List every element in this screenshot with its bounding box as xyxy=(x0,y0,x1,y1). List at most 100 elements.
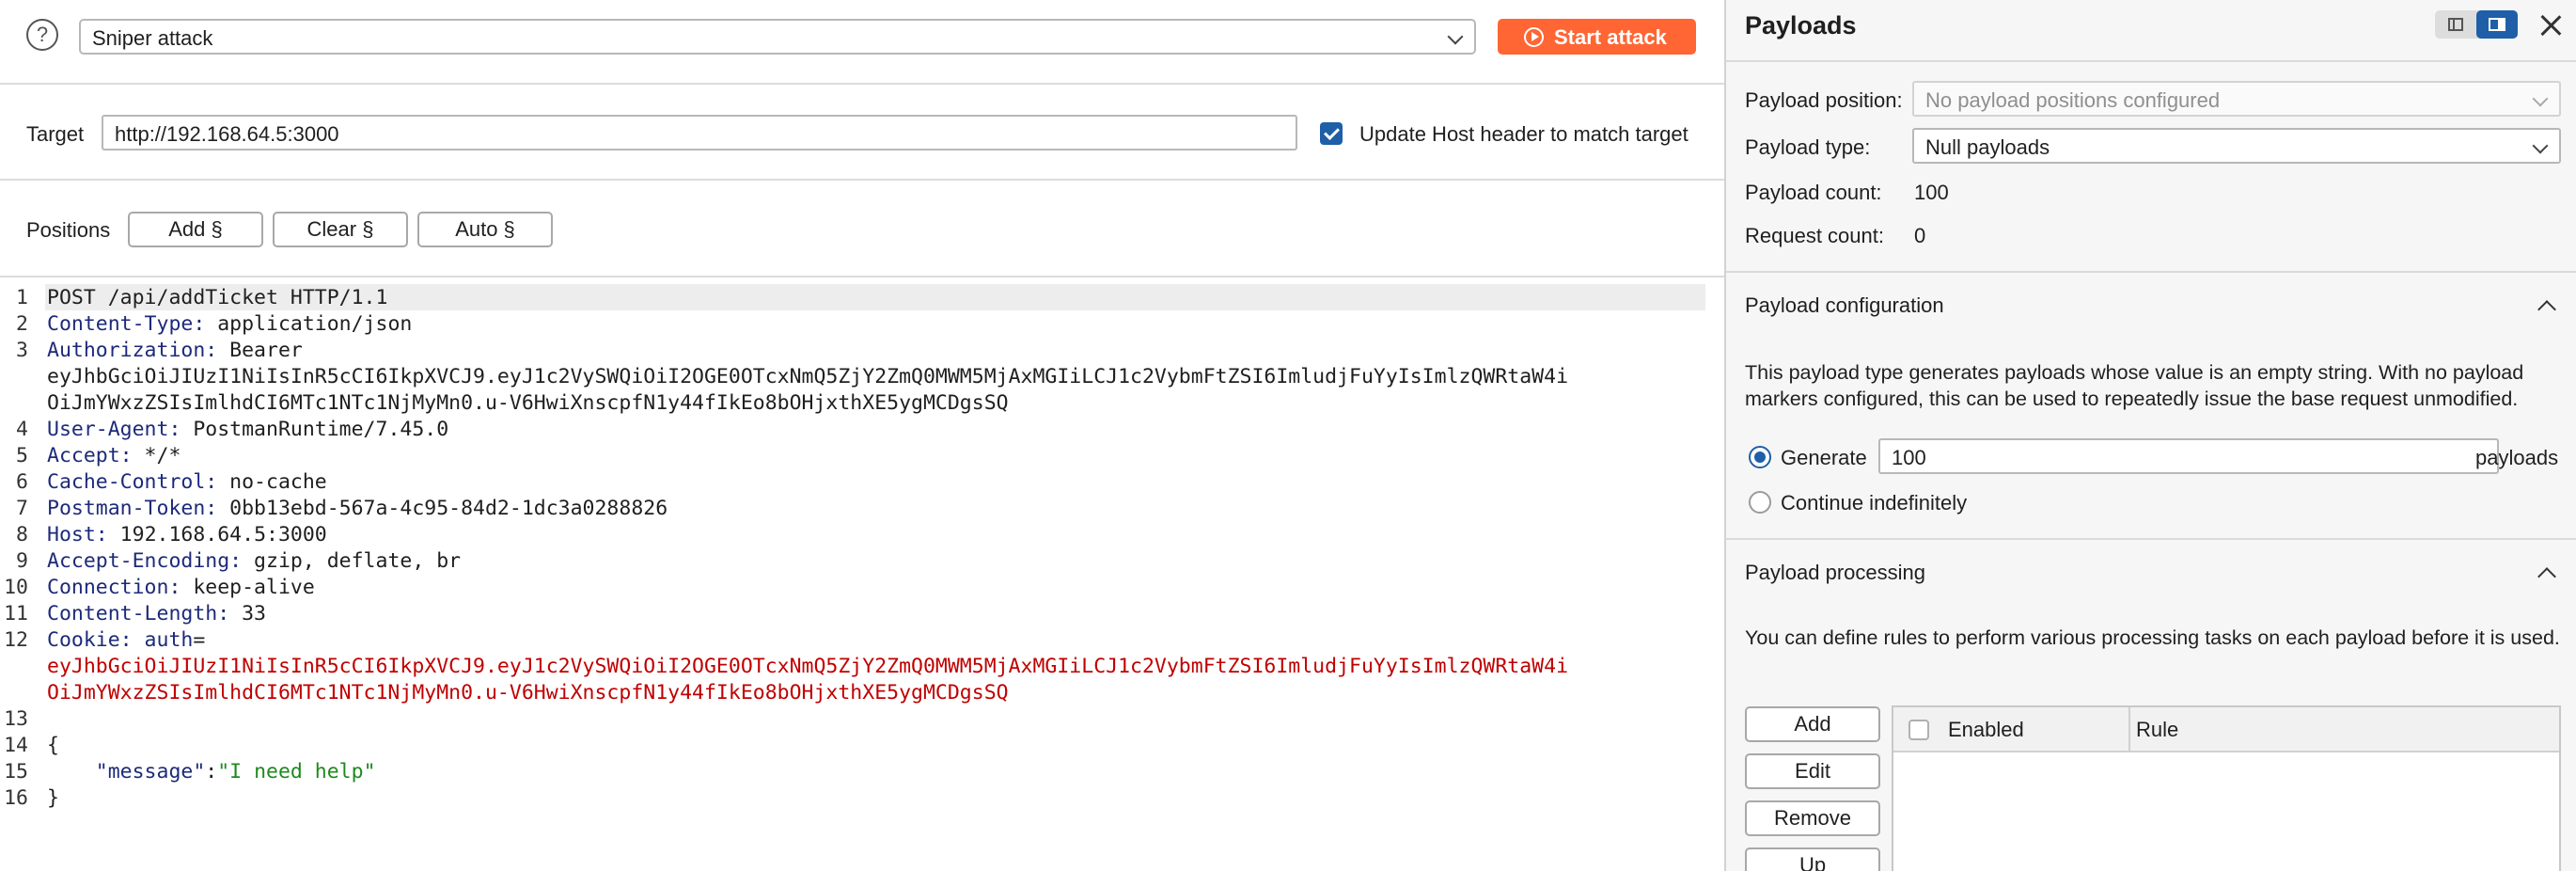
payload-processing-title[interactable]: Payload processing xyxy=(1745,561,1925,585)
layout-toggle[interactable] xyxy=(2435,10,2518,39)
json-line: "message":"I need help" xyxy=(47,760,376,784)
divider xyxy=(1726,60,2576,62)
header-value-wrap: OiJmYWxzZSIsImlhdCI6MTc1NTc1NjMyMn0.u-V6… xyxy=(47,391,1009,415)
cookie-name: auth xyxy=(132,628,194,652)
column-rule[interactable]: Rule xyxy=(2136,718,2178,742)
header-value: keep-alive xyxy=(181,576,315,599)
header-value: */* xyxy=(132,444,181,467)
payload-count-value: 100 xyxy=(1914,181,1949,204)
chevron-down-icon xyxy=(1447,28,1464,45)
line-number: 13 xyxy=(4,707,28,731)
header-name: Accept-Encoding: xyxy=(47,549,243,573)
generate-radio[interactable] xyxy=(1749,446,1771,468)
layout-split-option[interactable] xyxy=(2476,10,2518,39)
layout-horizontal-option[interactable] xyxy=(2435,10,2476,39)
processing-rules-table[interactable]: Enabled Rule xyxy=(1892,705,2561,871)
generate-count-input[interactable]: 100 xyxy=(1878,438,2499,474)
header-value: 0bb13ebd-567a-4c95-84d2-1dc3a0288826 xyxy=(217,497,668,520)
header-name: Connection: xyxy=(47,576,181,599)
continue-indefinitely-radio[interactable] xyxy=(1749,491,1771,514)
chevron-up-icon[interactable] xyxy=(2537,300,2556,319)
json-key: "message" xyxy=(95,760,206,784)
line-number: 2 xyxy=(16,312,28,336)
request-count-value: 0 xyxy=(1914,224,1926,247)
panel-title: Payloads xyxy=(1745,11,1857,40)
json-string: "I need help" xyxy=(217,760,376,784)
request-line: POST /api/addTicket HTTP/1.1 xyxy=(47,286,388,309)
column-enabled[interactable]: Enabled xyxy=(1948,718,2024,742)
clear-markers-button[interactable]: Clear § xyxy=(273,212,408,247)
header-line: Authorization: Bearer xyxy=(47,339,303,362)
close-icon[interactable] xyxy=(2537,11,2565,40)
payload-type-label: Payload type: xyxy=(1745,135,1871,159)
header-value: application/json xyxy=(205,312,413,336)
payload-type-value: Null payloads xyxy=(1925,135,2050,159)
remove-rule-button[interactable]: Remove xyxy=(1745,800,1880,836)
payload-configuration-title[interactable]: Payload configuration xyxy=(1745,293,1944,318)
header-name: Host: xyxy=(47,523,108,546)
header-name: Postman-Token: xyxy=(47,497,218,520)
attack-type-select[interactable]: Sniper attack xyxy=(79,19,1476,55)
header-line: Accept-Encoding: gzip, deflate, br xyxy=(47,549,461,573)
header-value: 192.168.64.5:3000 xyxy=(107,523,327,546)
header-value: gzip, deflate, br xyxy=(242,549,462,573)
target-input[interactable]: http://192.168.64.5:3000 xyxy=(102,115,1297,150)
line-number: 6 xyxy=(16,470,28,494)
header-name: Content-Length: xyxy=(47,602,230,626)
payload-processing-text: You can define rules to perform various … xyxy=(1745,626,2560,649)
line-number: 7 xyxy=(16,497,28,520)
payload-type-select[interactable]: Null payloads xyxy=(1912,128,2561,164)
help-icon[interactable]: ? xyxy=(26,19,58,51)
layout-split-icon xyxy=(2489,18,2505,31)
header-value-wrap: eyJhbGciOiJIUzI1NiIsInR5cCI6IkpXVCJ9.eyJ… xyxy=(47,365,1569,388)
update-host-label: Update Host header to match target xyxy=(1359,122,1689,146)
layout-horizontal-icon xyxy=(2448,18,2463,31)
line-number: 3 xyxy=(16,339,28,362)
payload-count-label: Payload count: xyxy=(1745,181,1882,204)
header-name: Accept: xyxy=(47,444,133,467)
header-name: User-Agent: xyxy=(47,418,181,441)
header-line: Accept: */* xyxy=(47,444,181,467)
add-rule-button[interactable]: Add xyxy=(1745,706,1880,742)
header-value: Bearer xyxy=(217,339,303,362)
divider xyxy=(1726,538,2576,540)
generate-label: Generate xyxy=(1781,446,1867,469)
json-brace: } xyxy=(47,786,59,810)
header-value: PostmanRuntime/7.45.0 xyxy=(181,418,449,441)
line-number: 11 xyxy=(4,602,28,626)
line-number: 10 xyxy=(4,576,28,599)
divider xyxy=(1726,271,2576,273)
start-attack-button[interactable]: Start attack xyxy=(1498,19,1696,55)
up-rule-button[interactable]: Up xyxy=(1745,847,1880,871)
auto-markers-button[interactable]: Auto § xyxy=(417,212,553,247)
line-number: 14 xyxy=(4,734,28,757)
line-number: 16 xyxy=(4,786,28,810)
header-name: Cookie: xyxy=(47,628,133,652)
header-value: 33 xyxy=(229,602,267,626)
cookie-value: OiJmYWxzZSIsImlhdCI6MTc1NTc1NjMyMn0.u-V6… xyxy=(47,681,1009,705)
edit-rule-button[interactable]: Edit xyxy=(1745,753,1880,789)
payload-configuration-text: This payload type generates payloads who… xyxy=(1745,361,2524,410)
payload-position-label: Payload position: xyxy=(1745,88,1903,112)
divider xyxy=(0,83,1724,85)
line-number: 15 xyxy=(4,760,28,784)
select-all-checkbox[interactable] xyxy=(1908,720,1929,740)
payload-position-select: No payload positions configured xyxy=(1912,81,2561,117)
header-line: Host: 192.168.64.5:3000 xyxy=(47,523,327,546)
line-number: 5 xyxy=(16,444,28,467)
cookie-value: eyJhbGciOiJIUzI1NiIsInR5cCI6IkpXVCJ9.eyJ… xyxy=(47,655,1569,678)
divider xyxy=(0,179,1724,181)
header-value: no-cache xyxy=(217,470,327,494)
update-host-checkbox[interactable] xyxy=(1320,122,1343,145)
request-editor[interactable]: 1 2 3 4 5 6 7 8 9 10 11 12 13 14 15 16 P… xyxy=(0,278,1724,871)
header-name: Content-Type: xyxy=(47,312,206,336)
add-marker-button[interactable]: Add § xyxy=(128,212,263,247)
chevron-up-icon[interactable] xyxy=(2537,567,2556,586)
play-circle-icon xyxy=(1524,27,1544,47)
header-line: Cache-Control: no-cache xyxy=(47,470,327,494)
header-line: Postman-Token: 0bb13ebd-567a-4c95-84d2-1… xyxy=(47,497,668,520)
header-line: Content-Type: application/json xyxy=(47,312,412,336)
line-number: 12 xyxy=(4,628,28,652)
chevron-down-icon xyxy=(2532,137,2549,154)
chevron-down-icon xyxy=(2532,90,2549,107)
